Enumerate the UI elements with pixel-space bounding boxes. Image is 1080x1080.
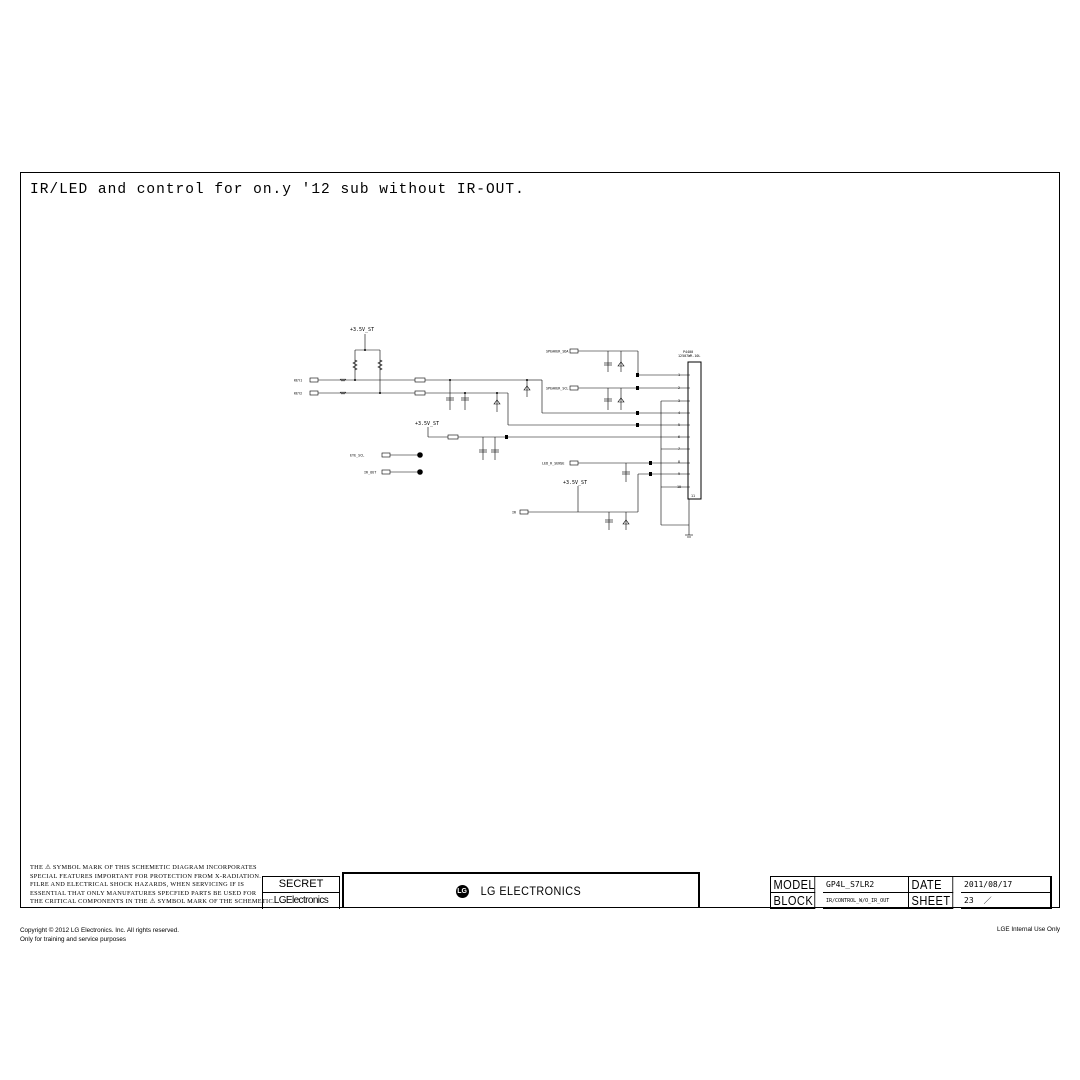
svg-text:7: 7 <box>678 447 680 451</box>
date-value: 2011/08/17 <box>961 877 1051 893</box>
lg-logo-box: LG LG ELECTRONICS <box>342 872 700 908</box>
svg-text:KEY2: KEY2 <box>294 392 302 396</box>
connector-eye-scl <box>381 452 391 458</box>
svg-text:4: 4 <box>678 411 680 415</box>
svg-text:+3.5V_ST: +3.5V_ST <box>563 480 587 486</box>
model-label: MODEL <box>771 877 816 893</box>
svg-text:3: 3 <box>678 399 680 403</box>
svg-text:LED_R_SENSE: LED_R_SENSE <box>542 462 564 466</box>
title-block: MODEL GP4L_S7LR2 DATE 2011/08/17 BLOCK I… <box>770 876 1052 909</box>
svg-text:IR_OUT: IR_OUT <box>364 471 376 475</box>
svg-text:9: 9 <box>678 472 680 476</box>
internal-use-label: LGE Internal Use Only <box>997 926 1060 933</box>
svg-text:8: 8 <box>678 460 680 464</box>
date-label: DATE <box>909 877 954 893</box>
svg-text:KEY1: KEY1 <box>294 379 302 383</box>
connector-ir-out <box>381 469 391 475</box>
lg-logo-text: LG ELECTRONICS <box>480 884 581 898</box>
connector-ir <box>519 509 529 515</box>
schematic-diagram: +3.5V_ST KEY1 KEY2 +3.5V_ST EYE_SCL IR_O… <box>294 327 702 538</box>
svg-text:12507WR-10L: 12507WR-10L <box>678 354 700 358</box>
svg-text:10: 10 <box>677 485 681 489</box>
svg-text:5: 5 <box>678 423 680 427</box>
sheet-label: SHEET <box>909 893 954 909</box>
svg-text:SPEAKER_SDA: SPEAKER_SDA <box>546 350 568 354</box>
model-value: GP4L_S7LR2 <box>823 877 909 893</box>
header-p4400 <box>687 361 702 500</box>
svg-text:IR: IR <box>512 511 517 515</box>
secret-label: SECRET <box>262 876 340 893</box>
lg-electronics-text: LGElectronics <box>262 892 340 909</box>
lg-logo-icon: LG <box>455 884 469 898</box>
svg-text:EYE_SCL: EYE_SCL <box>350 454 364 458</box>
copyright: Copyright © 2012 LG Electronics. Inc. Al… <box>20 927 179 943</box>
svg-text:1: 1 <box>678 373 680 377</box>
inductor-l4401 <box>414 377 426 383</box>
block-label: BLOCK <box>771 893 816 909</box>
svg-text:11: 11 <box>691 494 695 498</box>
inductor-l4403 <box>447 434 459 440</box>
svg-text:2: 2 <box>678 386 680 390</box>
connector-key1 <box>309 377 319 383</box>
inductor-l4402 <box>414 390 426 396</box>
block-value: IR/CONTROL_W/O_IR_OUT <box>823 893 909 909</box>
svg-text:+3.5V_ST: +3.5V_ST <box>415 421 439 427</box>
connector-key2 <box>309 390 319 396</box>
safety-note: THE ⚠ SYMBOL MARK OF THIS SCHEMETIC DIAG… <box>30 864 275 906</box>
svg-text:6: 6 <box>678 435 680 439</box>
power-net-label: +3.5V_ST <box>350 327 374 333</box>
svg-text:SPEAKER_SCL: SPEAKER_SCL <box>546 387 568 391</box>
sheet-value: 23 ／ <box>961 893 1051 909</box>
